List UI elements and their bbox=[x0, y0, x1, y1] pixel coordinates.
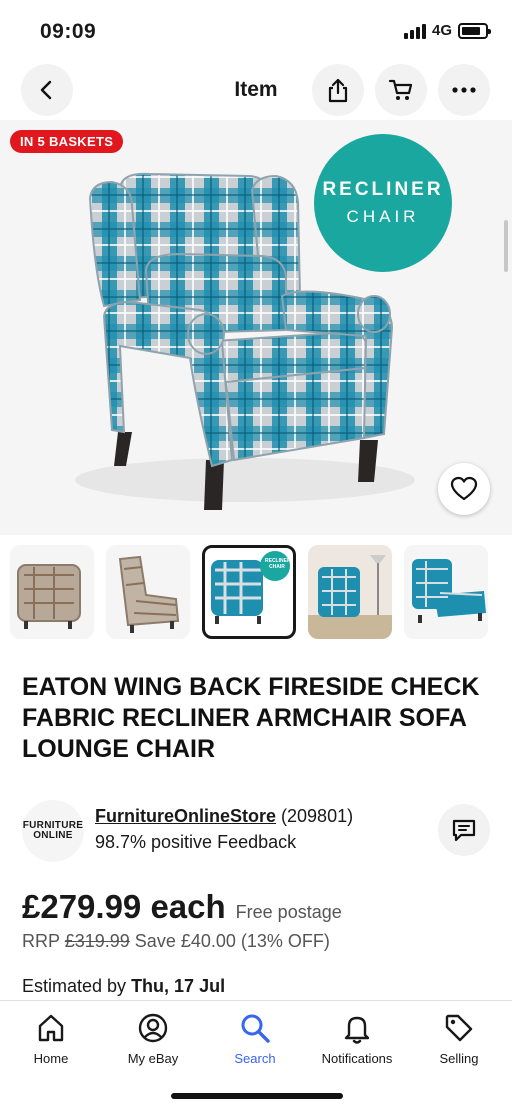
price-row: £279.99 each Free postage bbox=[22, 888, 342, 926]
heart-icon bbox=[450, 476, 478, 501]
share-icon bbox=[328, 78, 348, 103]
nav-my-ebay[interactable]: My eBay bbox=[102, 1011, 204, 1066]
nav-home[interactable]: Home bbox=[0, 1011, 102, 1066]
seller-rating-count: (209801) bbox=[281, 806, 354, 826]
estimate-date: Thu, 17 Jul bbox=[131, 976, 226, 996]
product-image[interactable]: IN 5 BASKETS RECLINER CHAIR bbox=[0, 120, 512, 535]
thumbnail-strip: RECLINER CHAIR bbox=[10, 545, 512, 641]
thumbnail-5[interactable] bbox=[404, 545, 488, 639]
contact-seller-button[interactable] bbox=[438, 804, 490, 856]
page-scrollbar[interactable] bbox=[504, 220, 508, 272]
saving-text: Save £40.00 (13% OFF) bbox=[134, 931, 330, 951]
thumbnail-2[interactable] bbox=[106, 545, 190, 639]
seller-name-line: FurnitureOnlineStore (209801) bbox=[95, 806, 353, 827]
nav-selling-label: Selling bbox=[439, 1051, 479, 1066]
baskets-badge: IN 5 BASKETS bbox=[10, 130, 124, 153]
top-header: Item bbox=[0, 62, 512, 118]
user-icon bbox=[138, 1013, 168, 1043]
overlay-line-1: RECLINER bbox=[322, 179, 444, 200]
rrp-row: RRP £319.99 Save £40.00 (13% OFF) bbox=[22, 931, 330, 952]
home-icon bbox=[38, 1014, 64, 1042]
bottom-navigation: Home My eBay Search Notifications Sellin… bbox=[0, 1000, 512, 1109]
more-options-button[interactable] bbox=[438, 64, 490, 116]
rrp-value: £319.99 bbox=[64, 931, 130, 951]
recliner-chair-overlay: RECLINER CHAIR bbox=[314, 134, 452, 272]
seller-logo[interactable]: FURNITURE ONLINE bbox=[22, 800, 84, 862]
nav-selling[interactable]: Selling bbox=[408, 1011, 510, 1066]
home-indicator[interactable] bbox=[171, 1093, 343, 1099]
seller-name-link[interactable]: FurnitureOnlineStore bbox=[95, 806, 276, 826]
share-button[interactable] bbox=[312, 64, 364, 116]
thumbnail-1[interactable] bbox=[10, 545, 94, 639]
page-title: Item bbox=[234, 78, 278, 101]
tag-icon bbox=[445, 1014, 473, 1042]
nav-notifications[interactable]: Notifications bbox=[306, 1011, 408, 1066]
thumbnail-overlay-text: RECLINER CHAIR bbox=[265, 558, 291, 570]
status-time: 09:09 bbox=[40, 20, 97, 43]
nav-my-ebay-label: My eBay bbox=[127, 1051, 179, 1066]
nav-notifications-label: Notifications bbox=[321, 1051, 393, 1066]
price: £279.99 each bbox=[22, 888, 226, 925]
bell-icon bbox=[344, 1016, 370, 1044]
signal-icon bbox=[403, 23, 426, 39]
watch-button[interactable] bbox=[438, 463, 490, 515]
message-icon bbox=[452, 819, 476, 842]
nav-search-label: Search bbox=[234, 1051, 276, 1066]
more-icon bbox=[452, 87, 476, 93]
thumbnail-3-selected[interactable]: RECLINER CHAIR bbox=[202, 545, 296, 639]
thumbnail-4[interactable] bbox=[308, 545, 392, 639]
item-title: EATON WING BACK FIRESIDE CHECK FABRIC RE… bbox=[22, 673, 480, 763]
rrp-label: RRP bbox=[22, 931, 60, 951]
network-label: 4G bbox=[431, 22, 452, 39]
delivery-estimate: Estimated by Thu, 17 Jul bbox=[22, 976, 225, 997]
seller-feedback: 98.7% positive Feedback bbox=[95, 832, 297, 852]
cart-button[interactable] bbox=[375, 64, 427, 116]
estimate-label: Estimated by bbox=[22, 976, 127, 996]
cart-icon bbox=[388, 79, 413, 100]
seller-logo-line-2: ONLINE bbox=[33, 830, 73, 841]
nav-search[interactable]: Search bbox=[204, 1011, 306, 1066]
search-icon bbox=[241, 1014, 270, 1043]
seller-info: FURNITURE ONLINE FurnitureOnlineStore (2… bbox=[22, 800, 492, 862]
battery-icon bbox=[458, 22, 491, 39]
postage: Free postage bbox=[235, 902, 342, 922]
status-indicators: 4G bbox=[403, 22, 491, 39]
overlay-line-2: CHAIR bbox=[346, 207, 420, 226]
nav-home-label: Home bbox=[33, 1051, 69, 1066]
status-bar: 09:09 4G bbox=[0, 0, 512, 62]
